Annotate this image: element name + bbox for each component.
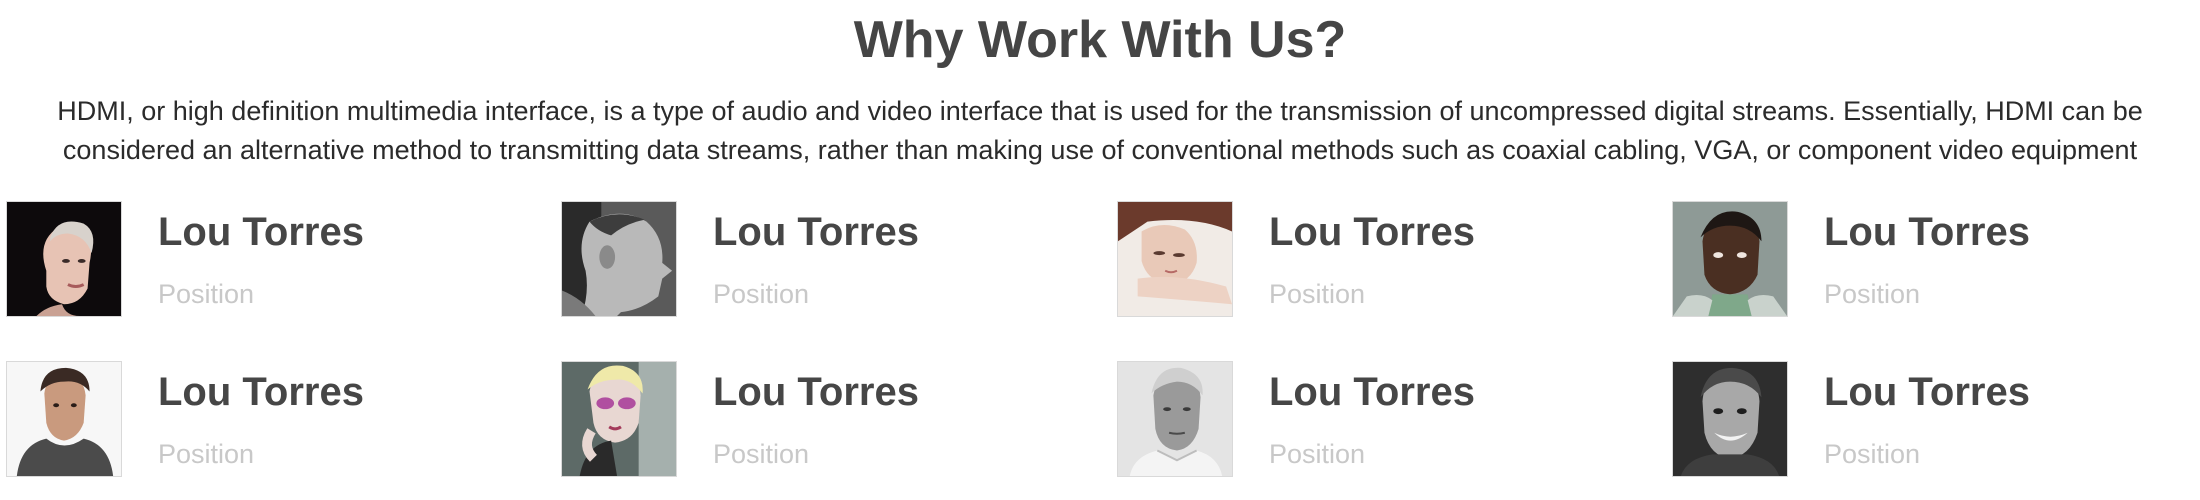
team-member-name: Lou Torres <box>1269 210 1475 254</box>
man-braids-portrait-icon <box>1673 202 1787 316</box>
team-member-photo <box>6 361 122 477</box>
team-member-name: Lou Torres <box>1824 370 2030 414</box>
team-member-card: Lou Torres Position <box>1117 201 1667 323</box>
team-member-card: Lou Torres Position <box>561 201 1111 323</box>
team-member-photo <box>561 201 677 317</box>
woman-short-hair-portrait-icon <box>7 202 121 316</box>
team-member-position: Position <box>1269 439 1366 469</box>
team-member-position: Position <box>1269 279 1366 309</box>
team-member-photo <box>6 201 122 317</box>
team-member-name: Lou Torres <box>713 210 919 254</box>
team-member-card: Lou Torres Position <box>6 361 556 483</box>
why-work-with-us-section: Why Work With Us? HDMI, or high definiti… <box>0 0 2200 500</box>
team-member-position: Position <box>713 439 810 469</box>
woman-face-paint-portrait-icon <box>562 362 676 476</box>
team-member-position: Position <box>1824 279 1921 309</box>
man-smiling-portrait-icon <box>1673 362 1787 476</box>
team-member-photo <box>561 361 677 477</box>
elderly-man-portrait-icon <box>1118 362 1232 476</box>
team-member-name: Lou Torres <box>713 370 919 414</box>
team-member-name: Lou Torres <box>158 210 364 254</box>
team-member-position: Position <box>158 439 255 469</box>
team-member-card: Lou Torres Position <box>1672 361 2200 483</box>
team-member-photo <box>1672 361 1788 477</box>
team-member-photo <box>1672 201 1788 317</box>
team-member-name: Lou Torres <box>158 370 364 414</box>
young-man-hoodie-portrait-icon <box>7 362 121 476</box>
team-member-photo <box>1117 361 1233 477</box>
team-member-photo <box>1117 201 1233 317</box>
team-member-card: Lou Torres Position <box>1672 201 2200 323</box>
team-member-position: Position <box>1824 439 1921 469</box>
team-member-position: Position <box>713 279 810 309</box>
team-member-card: Lou Torres Position <box>561 361 1111 483</box>
team-member-card: Lou Torres Position <box>1117 361 1667 483</box>
woman-resting-portrait-icon <box>1118 202 1232 316</box>
team-member-card: Lou Torres Position <box>6 201 556 323</box>
team-member-name: Lou Torres <box>1269 370 1475 414</box>
team-member-position: Position <box>158 279 255 309</box>
man-profile-portrait-icon <box>562 202 676 316</box>
team-member-name: Lou Torres <box>1824 210 2030 254</box>
team-grid: Lou Torres Position Lou Torres Position <box>0 0 2200 500</box>
